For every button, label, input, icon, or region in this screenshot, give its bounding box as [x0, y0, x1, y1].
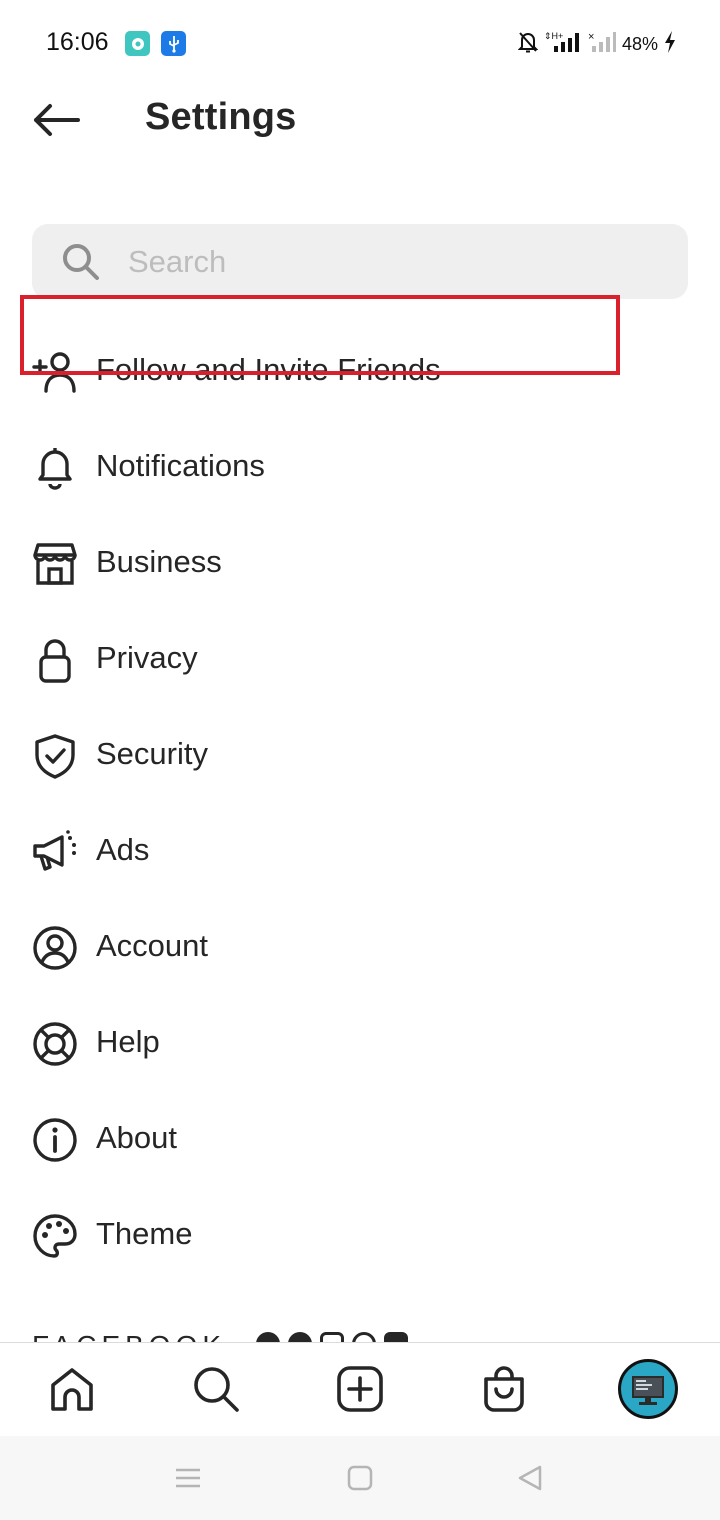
menu-label: Security [96, 736, 208, 771]
status-time: 16:06 [46, 28, 109, 56]
palette-icon [33, 1214, 77, 1258]
lock-icon [39, 639, 71, 683]
menu-item-business[interactable]: Business [0, 515, 720, 611]
search-bar[interactable] [32, 224, 688, 299]
lens-app-icon [125, 31, 150, 56]
recents-button[interactable] [172, 1462, 204, 1494]
privacy-highlight-box [20, 295, 620, 375]
menu-item-ads[interactable]: Ads [0, 803, 720, 899]
megaphone-icon [33, 830, 76, 871]
home-icon [51, 1368, 93, 1411]
menu-item-account[interactable]: Account [0, 899, 720, 995]
profile-avatar[interactable] [618, 1359, 678, 1419]
shop-tab[interactable] [476, 1361, 532, 1417]
shop-icon [33, 543, 77, 585]
portal-icon [384, 1332, 408, 1342]
create-post-icon [337, 1366, 383, 1412]
arrow-left-icon [34, 104, 80, 136]
menu-item-security[interactable]: Security [0, 707, 720, 803]
meta-app-icons [256, 1332, 408, 1342]
facebook-footer: FACEBOOK [0, 1320, 720, 1342]
home-system-button[interactable] [344, 1462, 376, 1494]
back-system-button[interactable] [514, 1462, 546, 1494]
signal-icon: ⇕H+ [544, 30, 582, 59]
search-input[interactable] [128, 224, 668, 299]
system-nav-bar [0, 1436, 720, 1520]
status-indicators: ⇕H+ × 48% [517, 30, 676, 59]
battery-level: 48% [621, 33, 658, 54]
menu-label: Ads [96, 832, 150, 867]
menu-label: Theme [96, 1216, 193, 1251]
menu-item-privacy[interactable]: Privacy [0, 611, 720, 707]
instagram-icon [320, 1332, 344, 1342]
settings-menu: Follow and Invite Friends Notifications … [0, 323, 720, 1283]
info-icon [33, 1118, 77, 1162]
menu-item-notifications[interactable]: Notifications [0, 419, 720, 515]
messenger-icon [288, 1332, 312, 1342]
signal-empty-icon: × [588, 30, 616, 59]
menu-label: Help [96, 1024, 160, 1059]
facebook-brand-text: FACEBOOK [32, 1330, 226, 1342]
menu-item-about[interactable]: About [0, 1091, 720, 1187]
create-tab[interactable] [332, 1361, 388, 1417]
shop-bag-icon [484, 1366, 524, 1412]
menu-label: About [96, 1120, 178, 1155]
computer-avatar-icon [632, 1376, 664, 1405]
whatsapp-icon [352, 1332, 376, 1342]
svg-text:⇕H+: ⇕H+ [544, 31, 563, 41]
search-icon [194, 1367, 239, 1412]
menu-label: Notifications [96, 448, 265, 483]
page-title: Settings [145, 96, 297, 138]
lifebuoy-icon [33, 1022, 77, 1066]
search-tab[interactable] [188, 1361, 244, 1417]
charging-icon [664, 30, 676, 58]
usb-icon [161, 31, 186, 56]
menu-item-theme[interactable]: Theme [0, 1187, 720, 1283]
home-square-icon [347, 1465, 373, 1491]
search-icon [63, 244, 99, 280]
back-triangle-icon [518, 1465, 542, 1491]
person-circle-icon [33, 926, 77, 970]
recents-icon [176, 1468, 200, 1488]
shield-check-icon [35, 734, 75, 779]
menu-label: Account [96, 928, 209, 963]
menu-label: Business [96, 544, 222, 579]
status-bar: 16:06 ⇕H+ × 48% [0, 0, 720, 88]
facebook-icon [256, 1332, 280, 1342]
svg-text:×: × [588, 31, 594, 43]
home-tab[interactable] [44, 1361, 100, 1417]
header: Settings [0, 88, 720, 152]
bell-off-icon [517, 31, 539, 58]
bell-icon [38, 448, 72, 490]
back-button[interactable] [28, 98, 84, 142]
menu-item-help[interactable]: Help [0, 995, 720, 1091]
menu-label: Privacy [96, 640, 198, 675]
bottom-nav [0, 1342, 720, 1436]
